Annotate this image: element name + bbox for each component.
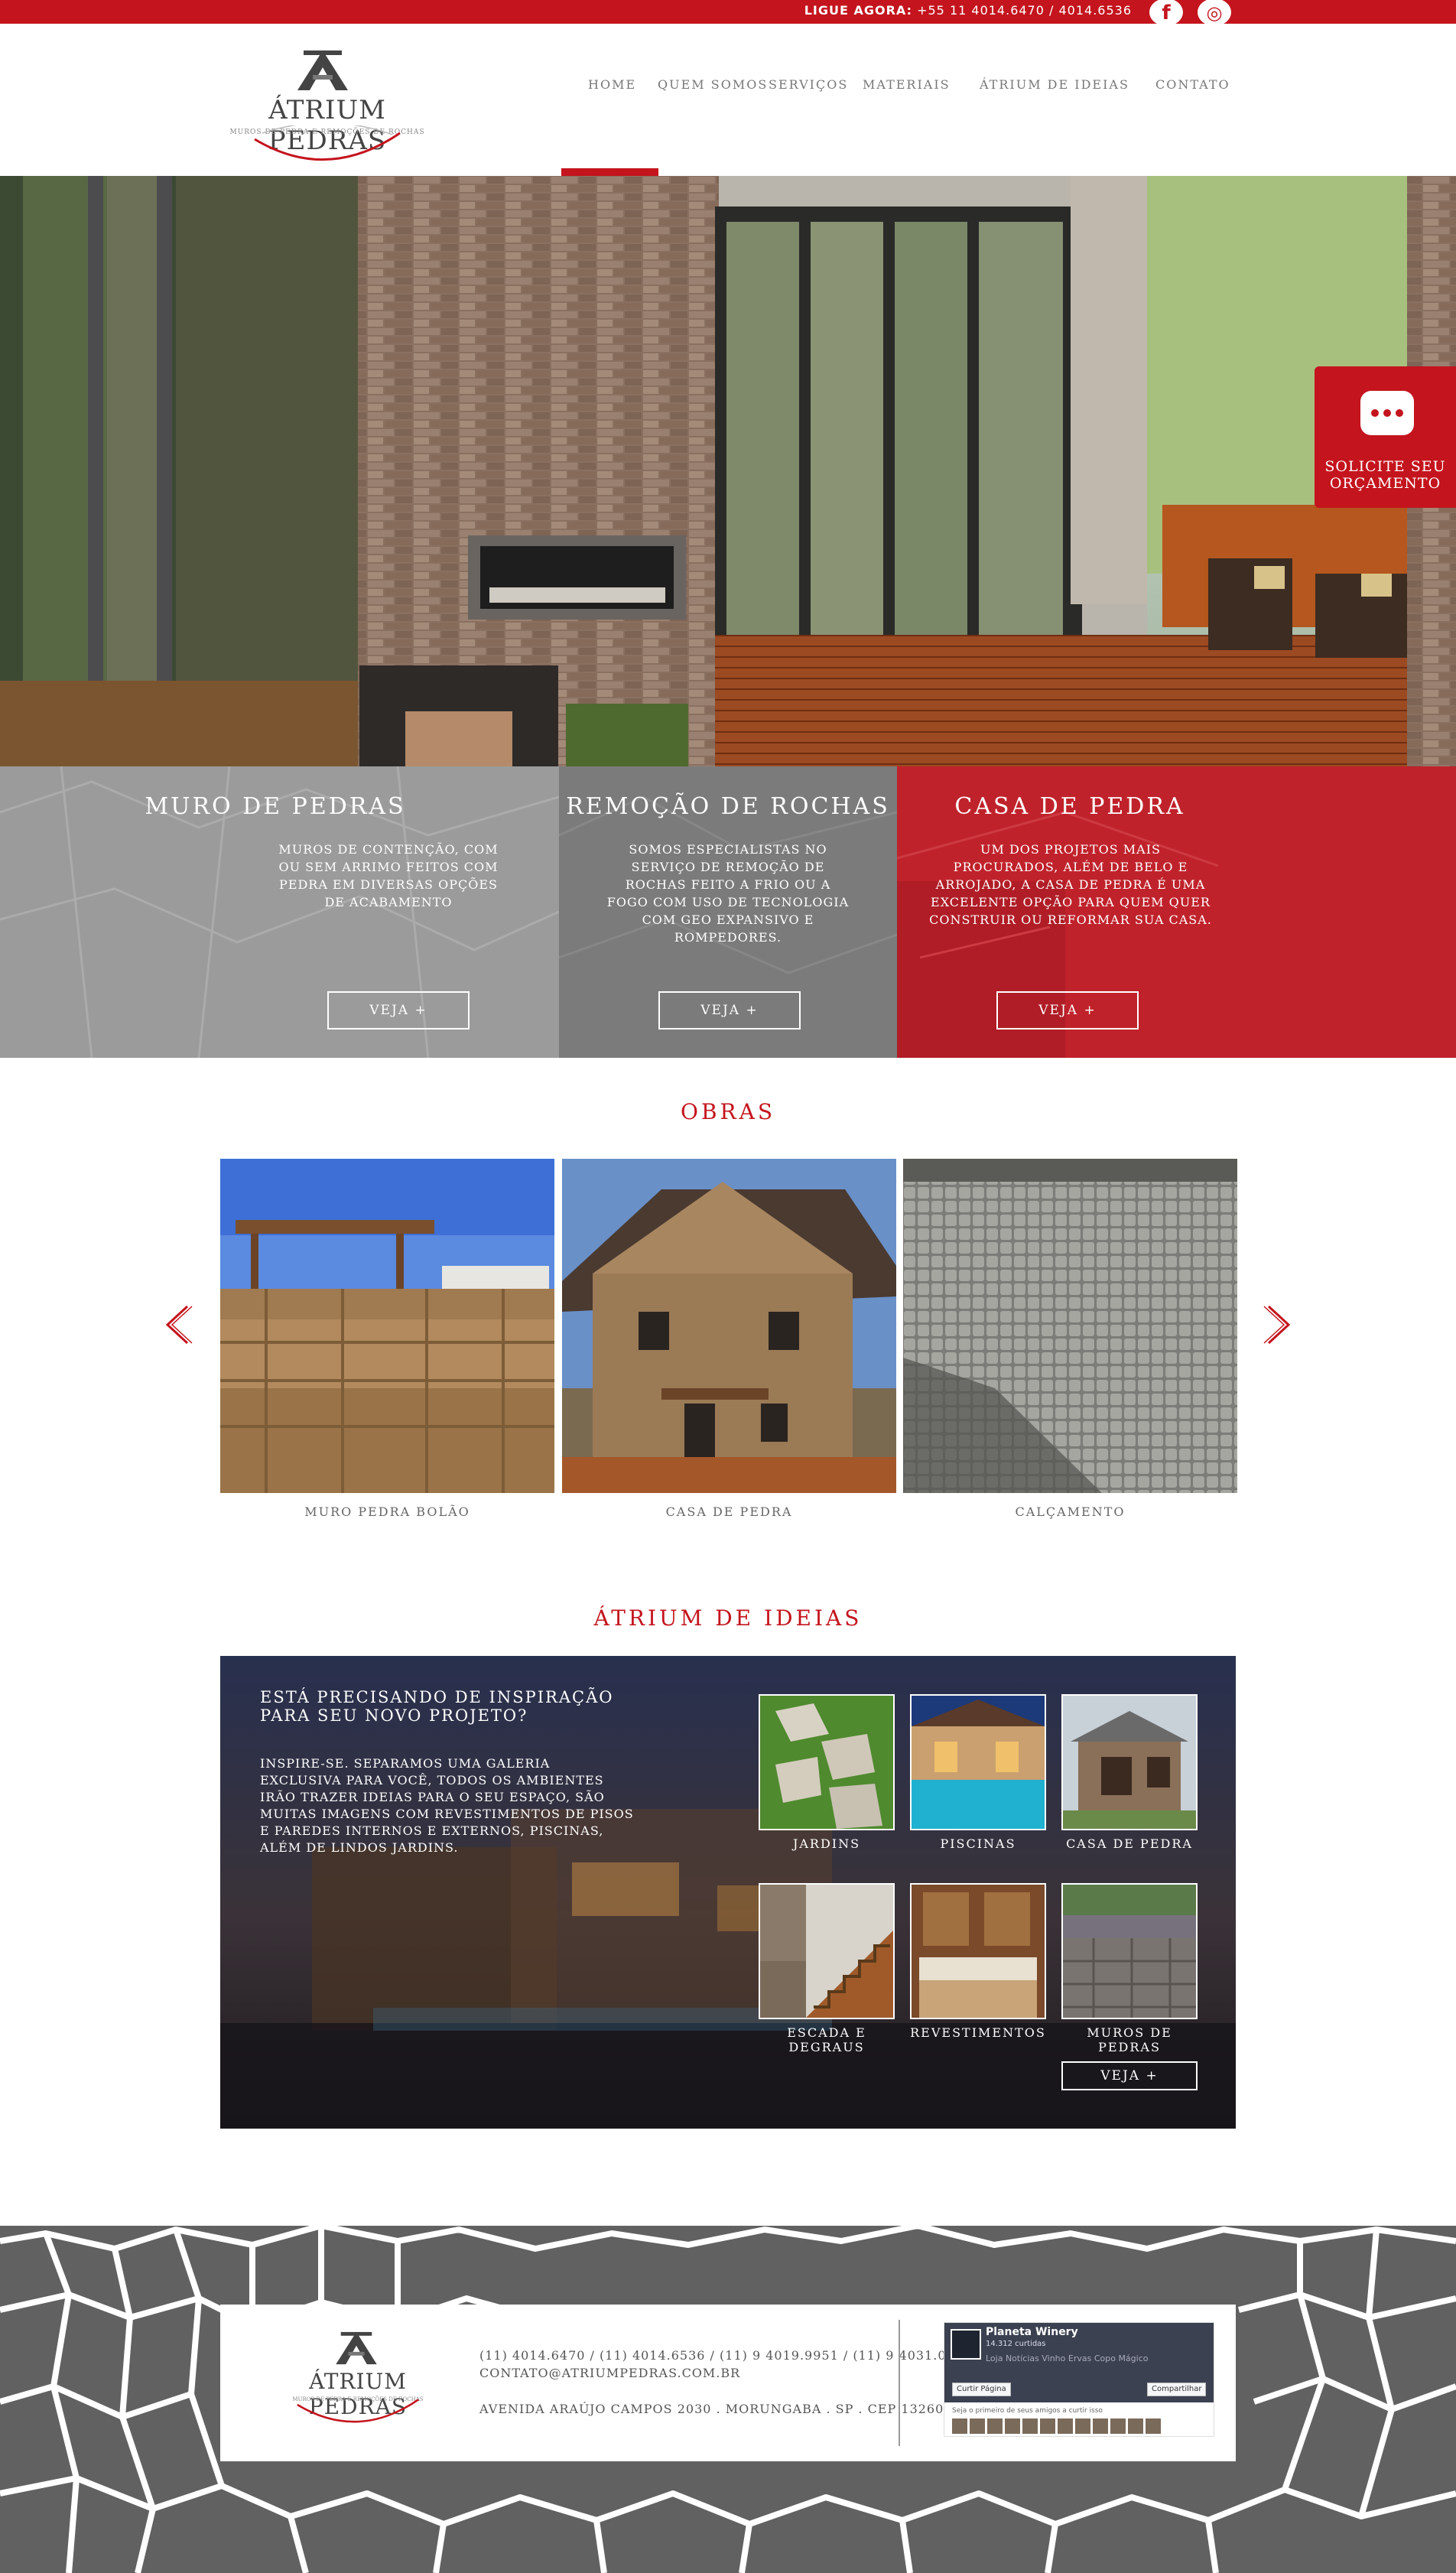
ideia-caption: CASA DE PEDRA <box>1066 1836 1193 1851</box>
ideia-thumb-piscinas[interactable] <box>910 1694 1046 1830</box>
footer-divider <box>899 2320 900 2446</box>
ideias-title: ÁTRIUM DE IDEIAS <box>593 1605 863 1631</box>
service-title: REMOÇÃO DE ROCHAS <box>566 793 890 820</box>
ideias-paragraph: INSPIRE-SE. SEPARAMOS UMA GALERIA EXCLUS… <box>260 1756 634 1855</box>
facebook-icon[interactable]: f <box>1149 0 1183 26</box>
ideia-caption: MUROS DE PEDRAS <box>1087 2025 1172 2054</box>
logo-swoosh-icon <box>254 125 401 161</box>
ideia-caption: JARDINS <box>792 1836 861 1851</box>
quote-request-button[interactable]: SOLICITE SEU ORÇAMENTO <box>1315 366 1456 508</box>
ideias-veja-button[interactable]: VEJA + <box>1061 2061 1198 2090</box>
carousel-prev-arrow-icon[interactable] <box>163 1305 193 1345</box>
services-strip: MURO DE PEDRAS MUROS DE CONTENÇÃO, COM O… <box>0 766 1456 1058</box>
facebook-likes: 14.312 curtidas <box>986 2340 1046 2348</box>
site-logo[interactable]: ÁTRIUM PEDRAS MUROS DE PEDRA E REMOÇÕES … <box>216 41 438 164</box>
ideia-caption: PISCINAS <box>940 1836 1016 1851</box>
footer-address: AVENIDA ARAÚJO CAMPOS 2030 . MORUNGABA .… <box>479 2402 975 2416</box>
service-card-muro: MURO DE PEDRAS MUROS DE CONTENÇÃO, COM O… <box>0 766 559 1058</box>
ideia-thumb-jardins[interactable] <box>759 1694 895 1830</box>
service-description: MUROS DE CONTENÇÃO, COM OU SEM ARRIMO FE… <box>278 842 499 909</box>
ideias-question: ESTÁ PRECISANDO DE INSPIRAÇÃO PARA SEU N… <box>260 1688 614 1725</box>
nav-active-indicator <box>561 168 658 176</box>
instagram-icon[interactable]: ◎ <box>1198 0 1231 26</box>
ideias-banner: ESTÁ PRECISANDO DE INSPIRAÇÃO PARA SEU N… <box>220 1656 1236 2129</box>
footer-logo[interactable]: ÁTRIUM PEDRAS MUROS DE PEDRA E REMOÇÕES … <box>266 2327 450 2435</box>
phone-numbers[interactable]: +55 11 4014.6470 / 4014.6536 <box>917 3 1132 18</box>
service-veja-button[interactable]: VEJA + <box>996 991 1139 1030</box>
facebook-friend-faces <box>952 2418 1181 2435</box>
obra-caption: MURO PEDRA BOLÃO <box>304 1504 470 1519</box>
service-title: CASA DE PEDRA <box>954 793 1185 820</box>
facebook-share-button[interactable]: Compartilhar <box>1147 2383 1207 2396</box>
carousel-next-arrow-icon[interactable] <box>1263 1305 1293 1345</box>
nav-quem-somos[interactable]: QUEM SOMOS <box>658 77 768 92</box>
service-veja-button[interactable]: VEJA + <box>327 991 470 1030</box>
chat-bubble-icon <box>1360 391 1414 435</box>
ideia-caption: ESCADA E DEGRAUS <box>787 2025 866 2054</box>
hero-image <box>0 176 1456 766</box>
nav-contato[interactable]: CONTATO <box>1155 77 1230 92</box>
phone-label: LIGUE AGORA: <box>804 3 912 18</box>
service-description: UM DOS PROJETOS MAIS PROCURADOS, ALÉM DE… <box>929 842 1212 927</box>
facebook-page-widget[interactable]: Planeta Winery 14.312 curtidas Loja Notí… <box>944 2322 1214 2437</box>
service-title: MURO DE PEDRAS <box>145 793 406 820</box>
site-header: ÁTRIUM PEDRAS MUROS DE PEDRA E REMOÇÕES … <box>0 24 1456 176</box>
service-card-remocao: REMOÇÃO DE ROCHAS SOMOS ESPECIALISTAS NO… <box>559 766 897 1058</box>
service-description: SOMOS ESPECIALISTAS NO SERVIÇO DE REMOÇÃ… <box>606 842 850 945</box>
obra-photo-calcamento[interactable] <box>903 1159 1237 1493</box>
ideia-thumb-casa-de-pedra[interactable] <box>1061 1694 1198 1830</box>
facebook-avatar <box>951 2329 981 2360</box>
site-footer: ÁTRIUM PEDRAS MUROS DE PEDRA E REMOÇÕES … <box>0 2226 1456 2573</box>
facebook-like-button[interactable]: Curtir Página <box>952 2383 1011 2396</box>
obra-caption: CASA DE PEDRA <box>665 1504 793 1519</box>
quote-request-label: SOLICITE SEU ORÇAMENTO <box>1324 458 1446 492</box>
obras-title: OBRAS <box>680 1099 775 1124</box>
ideia-caption: REVESTIMENTOS <box>910 2025 1046 2040</box>
facebook-friends-text: Seja o primeiro de seus amigos a curtir … <box>952 2407 1103 2415</box>
obra-photo-casa[interactable] <box>562 1159 896 1493</box>
logo-swoosh-icon <box>297 2399 419 2423</box>
logo-a-icon <box>336 2331 377 2365</box>
phone-info: LIGUE AGORA: +55 11 4014.6470 / 4014.653… <box>804 2 1132 19</box>
logo-a-icon <box>297 50 348 90</box>
ideia-thumb-muros[interactable] <box>1061 1883 1198 2019</box>
nav-home[interactable]: HOME <box>588 77 636 92</box>
service-card-casa: CASA DE PEDRA UM DOS PROJETOS MAIS PROCU… <box>897 766 1456 1058</box>
ideia-thumb-revestimentos[interactable] <box>910 1883 1046 2019</box>
service-veja-button[interactable]: VEJA + <box>658 991 801 1030</box>
nav-materiais[interactable]: MATERIAIS <box>863 77 951 92</box>
nav-servicos[interactable]: SERVIÇOS <box>769 77 848 92</box>
obra-caption: CALÇAMENTO <box>1015 1504 1126 1519</box>
ideia-thumb-escada[interactable] <box>759 1883 895 2019</box>
footer-email[interactable]: CONTATO@ATRIUMPEDRAS.COM.BR <box>479 2366 740 2380</box>
facebook-page-name[interactable]: Planeta Winery <box>986 2326 1078 2338</box>
obra-photo-muro[interactable] <box>220 1159 554 1493</box>
facebook-tabs: Loja Notícias Vinho Ervas Copo Mágico <box>986 2353 1149 2363</box>
hero-illustration <box>0 176 1456 766</box>
nav-atrium-de-ideias[interactable]: ÁTRIUM DE IDEIAS <box>980 77 1129 92</box>
footer-contact-box: ÁTRIUM PEDRAS MUROS DE PEDRA E REMOÇÕES … <box>220 2305 1236 2461</box>
top-bar: LIGUE AGORA: +55 11 4014.6470 / 4014.653… <box>0 0 1456 26</box>
